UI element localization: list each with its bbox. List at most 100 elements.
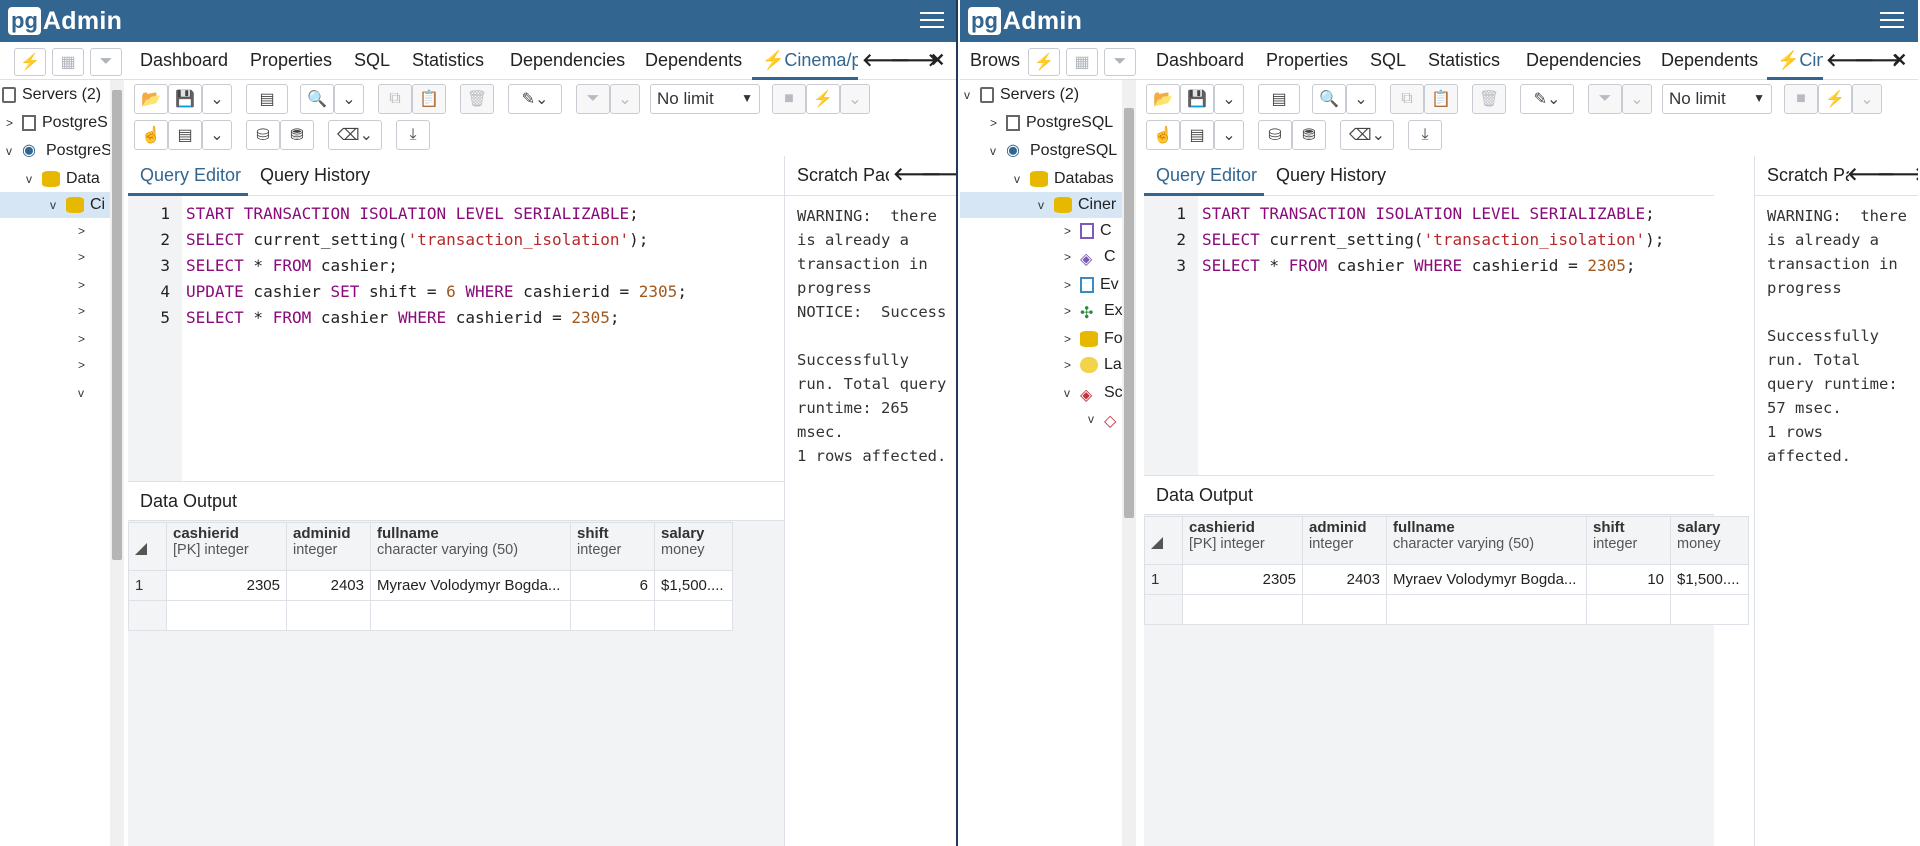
- tree-item-languages[interactable]: > La: [1064, 352, 1122, 378]
- empty-row[interactable]: [1144, 594, 1749, 625]
- chevron-right-icon[interactable]: >: [1064, 304, 1080, 318]
- tree-item-servers[interactable]: Servers (2): [2, 82, 101, 108]
- edit-icon[interactable]: ✎⌄: [1520, 84, 1574, 114]
- chevron-right-icon[interactable]: >: [78, 332, 94, 346]
- tree-item-casts[interactable]: >: [78, 218, 94, 244]
- find-icon[interactable]: 🔍: [300, 84, 334, 114]
- chevron-right-icon[interactable]: >: [78, 250, 94, 264]
- tree-scrollbar-thumb[interactable]: [112, 90, 122, 560]
- tree-scrollbar-thumb[interactable]: [1124, 108, 1134, 518]
- tree-item-pg2[interactable]: v ◉ PostgreSQL: [990, 138, 1117, 164]
- tab-dependents[interactable]: Dependents: [645, 50, 742, 71]
- column-header-cashierid[interactable]: cashierid [PK] integer: [1182, 516, 1303, 565]
- find-icon[interactable]: 🔍: [1312, 84, 1346, 114]
- tab-sql[interactable]: SQL: [354, 50, 390, 71]
- tab-dependencies[interactable]: Dependencies: [510, 50, 625, 71]
- empty-cell[interactable]: [1182, 594, 1303, 625]
- cell-cashierid[interactable]: 2305: [166, 570, 287, 601]
- tree-item-schemas[interactable]: v: [78, 380, 94, 406]
- tree-item-event-triggers[interactable]: > Ev: [1064, 272, 1119, 298]
- paste-icon[interactable]: 📋: [412, 84, 446, 114]
- execute-dropdown-icon[interactable]: ⌄: [840, 84, 870, 114]
- open-file-icon[interactable]: 📂: [134, 84, 168, 114]
- data-output-title[interactable]: Data Output: [140, 491, 237, 512]
- grid-corner[interactable]: [128, 522, 167, 571]
- data-grid[interactable]: cashierid [PK] integer adminid integer fulln…: [1144, 516, 1749, 625]
- code-line[interactable]: START TRANSACTION ISOLATION LEVEL SERIAL…: [1202, 204, 1655, 223]
- tree-item-public[interactable]: v ◇: [1088, 406, 1122, 432]
- tree-item-catalogs[interactable]: > ◈ C: [1064, 244, 1116, 270]
- column-header-fullname[interactable]: fullname character varying (50): [370, 522, 571, 571]
- save-icon[interactable]: 💾: [1180, 84, 1214, 114]
- filter-icon[interactable]: ⏷: [90, 48, 122, 76]
- code-line[interactable]: SELECT current_setting('transaction_isol…: [1202, 230, 1664, 249]
- tree-item-cinema[interactable]: v Ciner: [1038, 192, 1116, 218]
- close-icon[interactable]: ✕: [930, 50, 945, 71]
- chevron-right-icon[interactable]: >: [6, 116, 22, 130]
- stop-icon[interactable]: ■: [772, 84, 806, 114]
- save-dropdown-icon[interactable]: ⌄: [202, 84, 232, 114]
- tab-dashboard[interactable]: Dashboard: [140, 50, 228, 71]
- column-header-salary[interactable]: salary money: [1670, 516, 1749, 565]
- tree-scrollbar[interactable]: [1122, 80, 1136, 846]
- empty-cell[interactable]: [1670, 594, 1749, 625]
- commit-icon[interactable]: ⛁: [246, 120, 280, 150]
- copy-icon[interactable]: ⧉: [1390, 84, 1424, 114]
- delete-icon[interactable]: 🗑: [1472, 84, 1506, 114]
- sql-editor[interactable]: 1 START TRANSACTION ISOLATION LEVEL SERIA…: [128, 196, 784, 482]
- view-data-icon[interactable]: ▦: [1066, 48, 1098, 76]
- tree-item-extensions[interactable]: > ✣ Ex: [1064, 298, 1122, 324]
- tab-query-editor[interactable]: Query Editor: [1156, 165, 1257, 186]
- data-output-title[interactable]: Data Output: [1156, 485, 1253, 506]
- empty-row[interactable]: [128, 600, 733, 631]
- menu-icon[interactable]: [920, 12, 944, 30]
- empty-cell[interactable]: [654, 600, 733, 631]
- empty-cell[interactable]: [1386, 594, 1587, 625]
- empty-cell[interactable]: [1302, 594, 1387, 625]
- filter-icon[interactable]: ⏷: [576, 84, 610, 114]
- rollback-icon[interactable]: ⛃: [1292, 120, 1326, 150]
- execute-icon[interactable]: ⚡: [806, 84, 840, 114]
- view-data-icon[interactable]: ▦: [52, 48, 84, 76]
- find-dropdown-icon[interactable]: ⌄: [334, 84, 364, 114]
- tab-statistics[interactable]: Statistics: [412, 50, 484, 71]
- chevron-right-icon[interactable]: >: [78, 278, 94, 292]
- empty-cell[interactable]: [570, 600, 655, 631]
- code-line[interactable]: START TRANSACTION ISOLATION LEVEL SERIAL…: [186, 204, 648, 223]
- column-header-cashierid[interactable]: cashierid [PK] integer: [166, 522, 287, 571]
- arrow-right-icon[interactable]: 🡒: [1877, 164, 1918, 185]
- tree-item-fdw[interactable]: > Fo: [1064, 326, 1122, 352]
- chevron-right-icon[interactable]: >: [990, 116, 1006, 130]
- tree-scrollbar[interactable]: [110, 80, 124, 846]
- download-icon[interactable]: ⤓: [1408, 120, 1442, 150]
- scratch-pad-text[interactable]: WARNING: there is already a transaction …: [1767, 204, 1907, 468]
- column-header-adminid[interactable]: adminid integer: [286, 522, 371, 571]
- tree-item-casts[interactable]: > C: [1064, 218, 1112, 244]
- copy-icon[interactable]: ⧉: [378, 84, 412, 114]
- table-row[interactable]: 1 2305 2403 Myraev Volodymyr Bogda... 10 $1,5…: [1144, 564, 1749, 595]
- clear-icon[interactable]: ⌫⌄: [1340, 120, 1394, 150]
- empty-cell[interactable]: [370, 600, 571, 631]
- tab-cinema-query[interactable]: ⚡Cin: [1777, 50, 1823, 71]
- column-header-shift[interactable]: shift integer: [1586, 516, 1671, 565]
- chevron-down-icon[interactable]: v: [1038, 198, 1054, 212]
- chevron-right-icon[interactable]: >: [1064, 278, 1080, 292]
- code-line[interactable]: SELECT * FROM cashier WHERE cashierid = …: [186, 308, 620, 327]
- chevron-right-icon[interactable]: >: [78, 358, 94, 372]
- code-line[interactable]: UPDATE cashier SET shift = 6 WHERE cashi…: [186, 282, 687, 301]
- filter-dropdown-icon[interactable]: ⌄: [610, 84, 640, 114]
- open-file-icon[interactable]: 📂: [1146, 84, 1180, 114]
- save-icon[interactable]: 💾: [168, 84, 202, 114]
- filter-icon[interactable]: ⏷: [1104, 48, 1136, 76]
- tab-query-editor[interactable]: Query Editor: [140, 165, 241, 186]
- chevron-down-icon[interactable]: v: [1088, 412, 1104, 426]
- column-header-salary[interactable]: salary money: [654, 522, 733, 571]
- column-header-adminid[interactable]: adminid integer: [1302, 516, 1387, 565]
- find-dropdown-icon[interactable]: ⌄: [1346, 84, 1376, 114]
- data-grid[interactable]: cashierid [PK] integer adminid integer fulln…: [128, 522, 733, 631]
- explain-analyze-icon[interactable]: ▤: [168, 120, 202, 150]
- tab-dashboard[interactable]: Dashboard: [1156, 50, 1244, 71]
- tab-browser[interactable]: Brows: [970, 50, 1020, 71]
- chevron-right-icon[interactable]: >: [1064, 332, 1080, 346]
- tree-item-languages[interactable]: >: [78, 352, 94, 378]
